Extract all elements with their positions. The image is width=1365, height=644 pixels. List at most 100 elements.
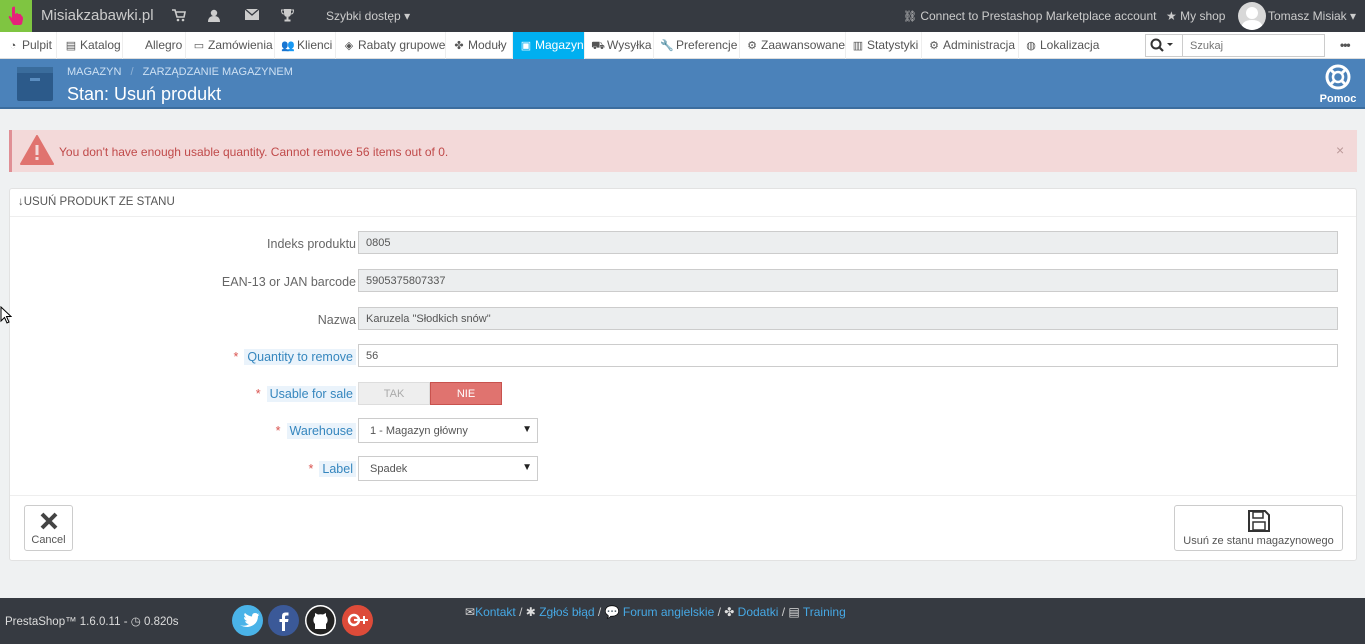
book-icon: ▤ xyxy=(65,40,77,52)
footer-link-bug[interactable]: ✱ Zgłoś błąd xyxy=(526,605,595,619)
name-label: Nazwa xyxy=(317,313,356,327)
nav-item-magazyn[interactable]: ▣ Magazyn xyxy=(513,32,585,59)
remove-stock-panel: ↓USUŃ PRODUKT ZE STANU Indeks produktu 0… xyxy=(9,188,1357,561)
nav-item-zaawansowane[interactable]: ⚙ Zaawansowane xyxy=(740,32,846,59)
shop-name-link[interactable]: Misiakzabawki.pl xyxy=(41,7,154,24)
comments-icon: 💬 xyxy=(604,605,620,619)
top-bar: Misiakzabawki.pl Szybki dostęp ▾ ⛓ Conne… xyxy=(0,0,1365,32)
page-header: MAGAZYN / ZARZĄDZANIE MAGAZYNEM Stan: Us… xyxy=(0,59,1365,109)
marketplace-link[interactable]: ⛓ Connect to Prestashop Marketplace acco… xyxy=(903,9,1156,23)
remove-from-stock-button[interactable]: Usuń ze stanu magazynowego xyxy=(1174,505,1343,551)
nav-item-administracja[interactable]: ⚙ Administracja xyxy=(922,32,1019,59)
error-alert: You don't have enough usable quantity. C… xyxy=(9,130,1357,172)
star-icon: ★ xyxy=(1166,9,1177,23)
ean-field: 5905375807337 xyxy=(358,269,1338,292)
panel-footer: Cancel Usuń ze stanu magazynowego xyxy=(10,495,1356,561)
footer-link-addons[interactable]: ✤ Dodatki xyxy=(724,605,778,619)
clock-icon: ◷ xyxy=(130,616,141,628)
footer-link-forum[interactable]: 💬 Forum angielskie xyxy=(605,605,715,619)
reference-label: Indeks produktu xyxy=(267,237,356,251)
usable-toggle: TAK NIE xyxy=(358,382,502,405)
nav-item-rabaty[interactable]: ◈ Rabaty grupowe xyxy=(336,32,446,59)
cart-icon[interactable] xyxy=(172,9,186,25)
book-icon: ▤ xyxy=(788,605,800,619)
quantity-input[interactable]: 56 xyxy=(358,344,1338,367)
footer: PrestaShop™ 1.6.0.11 - ◷ 0.820s ✉Kontakt… xyxy=(0,598,1365,644)
more-icon[interactable]: ••• xyxy=(1340,38,1351,52)
help-label: Pomoc xyxy=(1319,93,1357,105)
search-input[interactable] xyxy=(1183,34,1325,57)
name-field: Karuzela "Słodkich snów" xyxy=(358,307,1338,330)
breadcrumb-item-magazyn[interactable]: MAGAZYN xyxy=(67,66,121,78)
nav-item-allegro[interactable]: Allegro xyxy=(123,32,186,59)
caret-down-icon: ▾ xyxy=(404,9,411,23)
nav-item-lokalizacja[interactable]: ◍ Lokalizacja xyxy=(1019,32,1103,59)
archive-icon xyxy=(17,67,53,101)
panel-heading: ↓USUŃ PRODUKT ZE STANU xyxy=(10,189,1356,217)
google-plus-icon[interactable] xyxy=(342,605,373,636)
nav-item-preferencje[interactable]: 🔧 Preferencje xyxy=(654,32,740,59)
label-select[interactable]: Spadek ▼ xyxy=(358,456,538,481)
warehouse-label: * Warehouse xyxy=(276,423,356,439)
nav-item-moduly[interactable]: ✤ Moduły xyxy=(446,32,513,59)
breadcrumb-item-zarzadzanie[interactable]: ZARZĄDZANIE MAGAZYNEM xyxy=(143,66,293,78)
warehouse-select[interactable]: 1 - Magazyn główny ▼ xyxy=(358,418,538,443)
mouse-cursor-icon xyxy=(0,305,13,327)
envelope-icon: ✉ xyxy=(465,605,476,619)
nav-item-zamowienia[interactable]: ▭ Zamówienia xyxy=(186,32,275,59)
breadcrumb: MAGAZYN / ZARZĄDZANIE MAGAZYNEM xyxy=(67,66,293,78)
nav-item-wysylka[interactable]: ⛟ Wysyłka xyxy=(585,32,654,59)
envelope-icon[interactable] xyxy=(244,8,260,23)
caret-down-icon: ▼ xyxy=(522,424,532,435)
ean-label: EAN-13 or JAN barcode xyxy=(221,275,356,289)
trophy-icon[interactable] xyxy=(280,9,295,25)
cogs-icon: ⚙ xyxy=(747,40,757,52)
truck-icon: ⛟ xyxy=(591,40,605,52)
github-icon[interactable] xyxy=(305,605,336,636)
alert-message: You don't have enough usable quantity. C… xyxy=(59,145,449,159)
dashboard-icon: ◔ xyxy=(9,40,17,52)
search-icon xyxy=(1150,38,1173,52)
label-label: * Label xyxy=(309,461,356,477)
cancel-button[interactable]: Cancel xyxy=(24,505,73,551)
quick-access-dropdown[interactable]: Szybki dostęp ▾ xyxy=(326,9,410,23)
user-menu[interactable]: Tomasz Misiak ▾ xyxy=(1268,9,1356,23)
quantity-label: * Quantity to remove xyxy=(234,349,356,365)
user-icon[interactable] xyxy=(208,9,220,25)
facebook-icon[interactable] xyxy=(268,605,299,636)
globe-icon: ◍ xyxy=(1026,40,1036,52)
reference-field: 0805 xyxy=(358,231,1338,254)
tag-icon: ◈ xyxy=(344,40,354,52)
usable-yes-option[interactable]: TAK xyxy=(358,382,430,405)
link-icon: ⛓ xyxy=(903,11,917,23)
bug-icon: ✱ xyxy=(525,605,536,619)
archive-icon: ▣ xyxy=(520,40,532,52)
bar-chart-icon: ▥ xyxy=(852,40,864,52)
footer-version: PrestaShop™ 1.6.0.11 - ◷ 0.820s xyxy=(5,616,179,628)
nav-item-statystyki[interactable]: ▥ Statystyki xyxy=(846,32,922,59)
my-shop-link[interactable]: ★ My shop xyxy=(1166,9,1225,23)
nav-item-katalog[interactable]: ▤ Katalog xyxy=(57,32,123,59)
prestashop-logo[interactable] xyxy=(0,0,32,32)
puzzle-icon: ✤ xyxy=(454,40,464,52)
avatar[interactable] xyxy=(1238,2,1266,30)
nav-item-klienci[interactable]: 👥 Klienci xyxy=(275,32,336,59)
puzzle-icon: ✤ xyxy=(724,605,735,619)
breadcrumb-separator: / xyxy=(130,66,134,78)
footer-link-training[interactable]: ▤ Training xyxy=(788,605,845,619)
caret-down-icon: ▼ xyxy=(522,462,532,473)
footer-link-kontakt[interactable]: ✉Kontakt xyxy=(465,605,516,619)
usable-no-option[interactable]: NIE xyxy=(430,382,502,405)
footer-links: ✉Kontakt / ✱ Zgłoś błąd / 💬 Forum angiel… xyxy=(465,605,846,619)
help-button[interactable]: Pomoc xyxy=(1318,64,1358,105)
search-type-button[interactable] xyxy=(1145,34,1183,57)
wrench-icon: 🔧 xyxy=(660,40,674,52)
close-icon[interactable]: × xyxy=(1336,142,1344,158)
credit-card-icon: ▭ xyxy=(193,40,205,52)
twitter-icon[interactable] xyxy=(232,605,263,636)
page-title: Stan: Usuń produkt xyxy=(67,84,222,104)
usable-label: * Usable for sale xyxy=(256,386,356,402)
hand-pointer-icon xyxy=(8,6,23,25)
nav-item-pulpit[interactable]: ◔ Pulpit xyxy=(0,32,57,59)
users-icon: 👥 xyxy=(281,40,295,52)
